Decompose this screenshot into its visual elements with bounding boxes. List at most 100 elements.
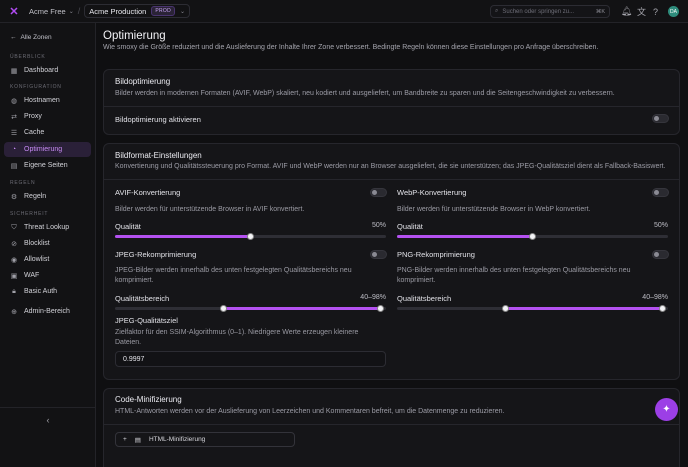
avif-label: AVIF-Konvertierung bbox=[115, 188, 181, 197]
back-label: Alle Zonen bbox=[20, 34, 52, 41]
gauge-icon: ◔ bbox=[11, 146, 17, 153]
code-minification-card: Code-Minifizierung HTML-Antworten werden… bbox=[103, 388, 680, 467]
slider-min-handle[interactable] bbox=[219, 304, 227, 312]
sidebar-item-allowlist[interactable]: ◉ Allowlist bbox=[4, 252, 91, 267]
database-icon: ☰ bbox=[10, 129, 18, 137]
slider-fill bbox=[397, 235, 533, 238]
sidebar-item-dashboard[interactable]: ▦ Dashboard bbox=[4, 63, 91, 78]
section-heading-rules: REGELN bbox=[10, 180, 36, 186]
avatar[interactable]: DA bbox=[668, 6, 679, 17]
sidebar-item-label: Hostnamen bbox=[24, 97, 60, 104]
search-input[interactable]: ⌕ Suchen oder springen zu... ⌘K bbox=[490, 5, 610, 18]
sidebar-item-threat-lookup[interactable]: ⛉ Threat Lookup bbox=[4, 220, 91, 235]
png-description: PNG-Bilder werden innerhalb des unten fe… bbox=[397, 267, 631, 284]
png-range-label: Qualitätsbereich bbox=[397, 294, 452, 303]
ai-assistant-button[interactable]: ✦ bbox=[655, 398, 678, 421]
webp-quality-label: Qualität bbox=[397, 222, 423, 231]
lock-icon: 🔒︎ bbox=[12, 287, 16, 295]
sidebar-item-cache[interactable]: ☰ Cache bbox=[4, 125, 91, 140]
png-range-value: 40–98% bbox=[642, 294, 668, 301]
image-optimization-toggle[interactable] bbox=[652, 114, 669, 123]
avif-quality-value: 50% bbox=[371, 222, 386, 229]
card-description: Konvertierung und Qualitätssteuerung pro… bbox=[115, 163, 666, 170]
search-placeholder: Suchen oder springen zu... bbox=[502, 8, 575, 15]
proxy-icon: ⇄ bbox=[11, 113, 17, 121]
card-title: Code-Minifizierung bbox=[115, 395, 182, 404]
project-name: Acme Production bbox=[89, 6, 147, 16]
help-icon[interactable]: ? bbox=[650, 6, 661, 17]
translate-icon[interactable]: 文 bbox=[636, 6, 647, 17]
slider-max-handle[interactable] bbox=[377, 304, 385, 312]
org-switcher[interactable]: Acme Free ⌄ bbox=[29, 7, 74, 16]
sidebar-item-hostnames[interactable]: ◍ Hostnamen bbox=[4, 93, 91, 108]
sidebar-item-label: Eigene Seiten bbox=[24, 162, 68, 169]
sidebar-item-label: Admin-Bereich bbox=[24, 308, 70, 315]
sidebar-item-rules[interactable]: ⚙ Regeln bbox=[4, 189, 91, 204]
sidebar-item-label: Blocklist bbox=[24, 240, 50, 247]
slider-fill bbox=[223, 307, 381, 310]
jpeg-target-input[interactable]: 0.9997 bbox=[115, 351, 386, 367]
chevron-down-icon: ⌄ bbox=[68, 8, 74, 15]
rules-icon: ⚙ bbox=[10, 193, 18, 201]
card-description: HTML-Antworten werden vor der Auslieferu… bbox=[115, 408, 505, 415]
bell-icon[interactable]: 🔔︎ bbox=[621, 6, 632, 17]
webp-toggle[interactable] bbox=[652, 188, 669, 197]
webp-quality-slider[interactable] bbox=[397, 232, 668, 240]
jpeg-range-value: 40–98% bbox=[360, 294, 386, 301]
section-heading-config: KONFIGURATION bbox=[10, 84, 62, 90]
divider bbox=[104, 106, 679, 107]
shield-icon: ⛉ bbox=[11, 223, 17, 231]
project-switcher[interactable]: Acme Production PROD ⌄ bbox=[84, 4, 191, 18]
avif-quality-slider[interactable] bbox=[115, 232, 386, 240]
divider bbox=[104, 424, 679, 425]
page-subtitle: Wie smoxy die Größe reduziert und die Au… bbox=[103, 44, 599, 51]
page-title: Optimierung bbox=[103, 30, 166, 42]
png-range-slider[interactable] bbox=[397, 304, 668, 312]
sidebar-item-label: Allowlist bbox=[24, 256, 50, 263]
jpeg-range-slider[interactable] bbox=[115, 304, 386, 312]
image-optimization-card: Bildoptimierung Bilder werden in moderne… bbox=[103, 69, 680, 135]
back-to-zones-link[interactable]: ← Alle Zonen bbox=[10, 34, 52, 41]
file-icon: ▤ bbox=[10, 162, 18, 170]
sidebar-item-label: Regeln bbox=[24, 193, 47, 200]
slider-min-handle[interactable] bbox=[501, 304, 509, 312]
firewall-icon: ▣ bbox=[10, 272, 18, 280]
chevron-down-icon: ⌄ bbox=[180, 8, 186, 15]
jpeg-label: JPEG-Rekomprimierung bbox=[115, 250, 197, 259]
top-bar: ✕ Acme Free ⌄ / Acme Production PROD ⌄ ⌕… bbox=[0, 0, 688, 23]
sidebar: ← Alle Zonen ÜBERBLICK ▦ Dashboard KONFIG… bbox=[0, 23, 96, 467]
slider-handle[interactable] bbox=[247, 232, 254, 240]
card-title: Bildformat-Einstellungen bbox=[115, 151, 202, 160]
card-title: Bildoptimierung bbox=[115, 77, 171, 86]
env-badge: PROD bbox=[151, 6, 176, 16]
jpeg-range-label: Qualitätsbereich bbox=[115, 294, 170, 303]
slider-max-handle[interactable] bbox=[659, 304, 667, 312]
smoxy-logo-icon[interactable]: ✕ bbox=[6, 3, 22, 19]
search-icon: ⌕ bbox=[495, 8, 499, 14]
sidebar-item-admin[interactable]: ⊕ Admin-Bereich bbox=[4, 304, 91, 319]
avif-quality-label: Qualität bbox=[115, 222, 141, 231]
sidebar-item-basic-auth[interactable]: 🔒︎ Basic Auth bbox=[4, 284, 91, 299]
arrow-left-icon: ← bbox=[10, 34, 17, 41]
html-minification-row[interactable]: + ▤ HTML-Minifizierung bbox=[115, 432, 295, 447]
avif-toggle[interactable] bbox=[370, 188, 387, 197]
sidebar-item-label: Basic Auth bbox=[24, 288, 58, 295]
jpeg-toggle[interactable] bbox=[370, 250, 387, 259]
sidebar-item-proxy[interactable]: ⇄ Proxy bbox=[4, 109, 91, 124]
plus-icon[interactable]: + bbox=[123, 436, 127, 443]
webp-label: WebP-Konvertierung bbox=[397, 188, 467, 197]
sidebar-item-optimization[interactable]: ◔ Optimierung bbox=[4, 142, 91, 157]
image-optimization-label: Bildoptimierung aktivieren bbox=[115, 115, 201, 124]
divider bbox=[104, 179, 679, 180]
card-description: Bilder werden in modernen Formaten (AVIF… bbox=[115, 90, 615, 97]
sidebar-item-custom-pages[interactable]: ▤ Eigene Seiten bbox=[4, 158, 91, 173]
collapse-sidebar-button[interactable]: ‹ bbox=[0, 407, 96, 431]
webp-quality-value: 50% bbox=[653, 222, 668, 229]
image-format-card: Bildformat-Einstellungen Konvertierung u… bbox=[103, 143, 680, 380]
avif-description: Bilder werden für unterstützende Browser… bbox=[115, 206, 305, 213]
slider-handle[interactable] bbox=[529, 232, 536, 240]
sidebar-item-blocklist[interactable]: ⊘ Blocklist bbox=[4, 236, 91, 251]
png-toggle[interactable] bbox=[652, 250, 669, 259]
html-minification-label: HTML-Minifizierung bbox=[148, 436, 206, 443]
sidebar-item-waf[interactable]: ▣ WAF bbox=[4, 268, 91, 283]
